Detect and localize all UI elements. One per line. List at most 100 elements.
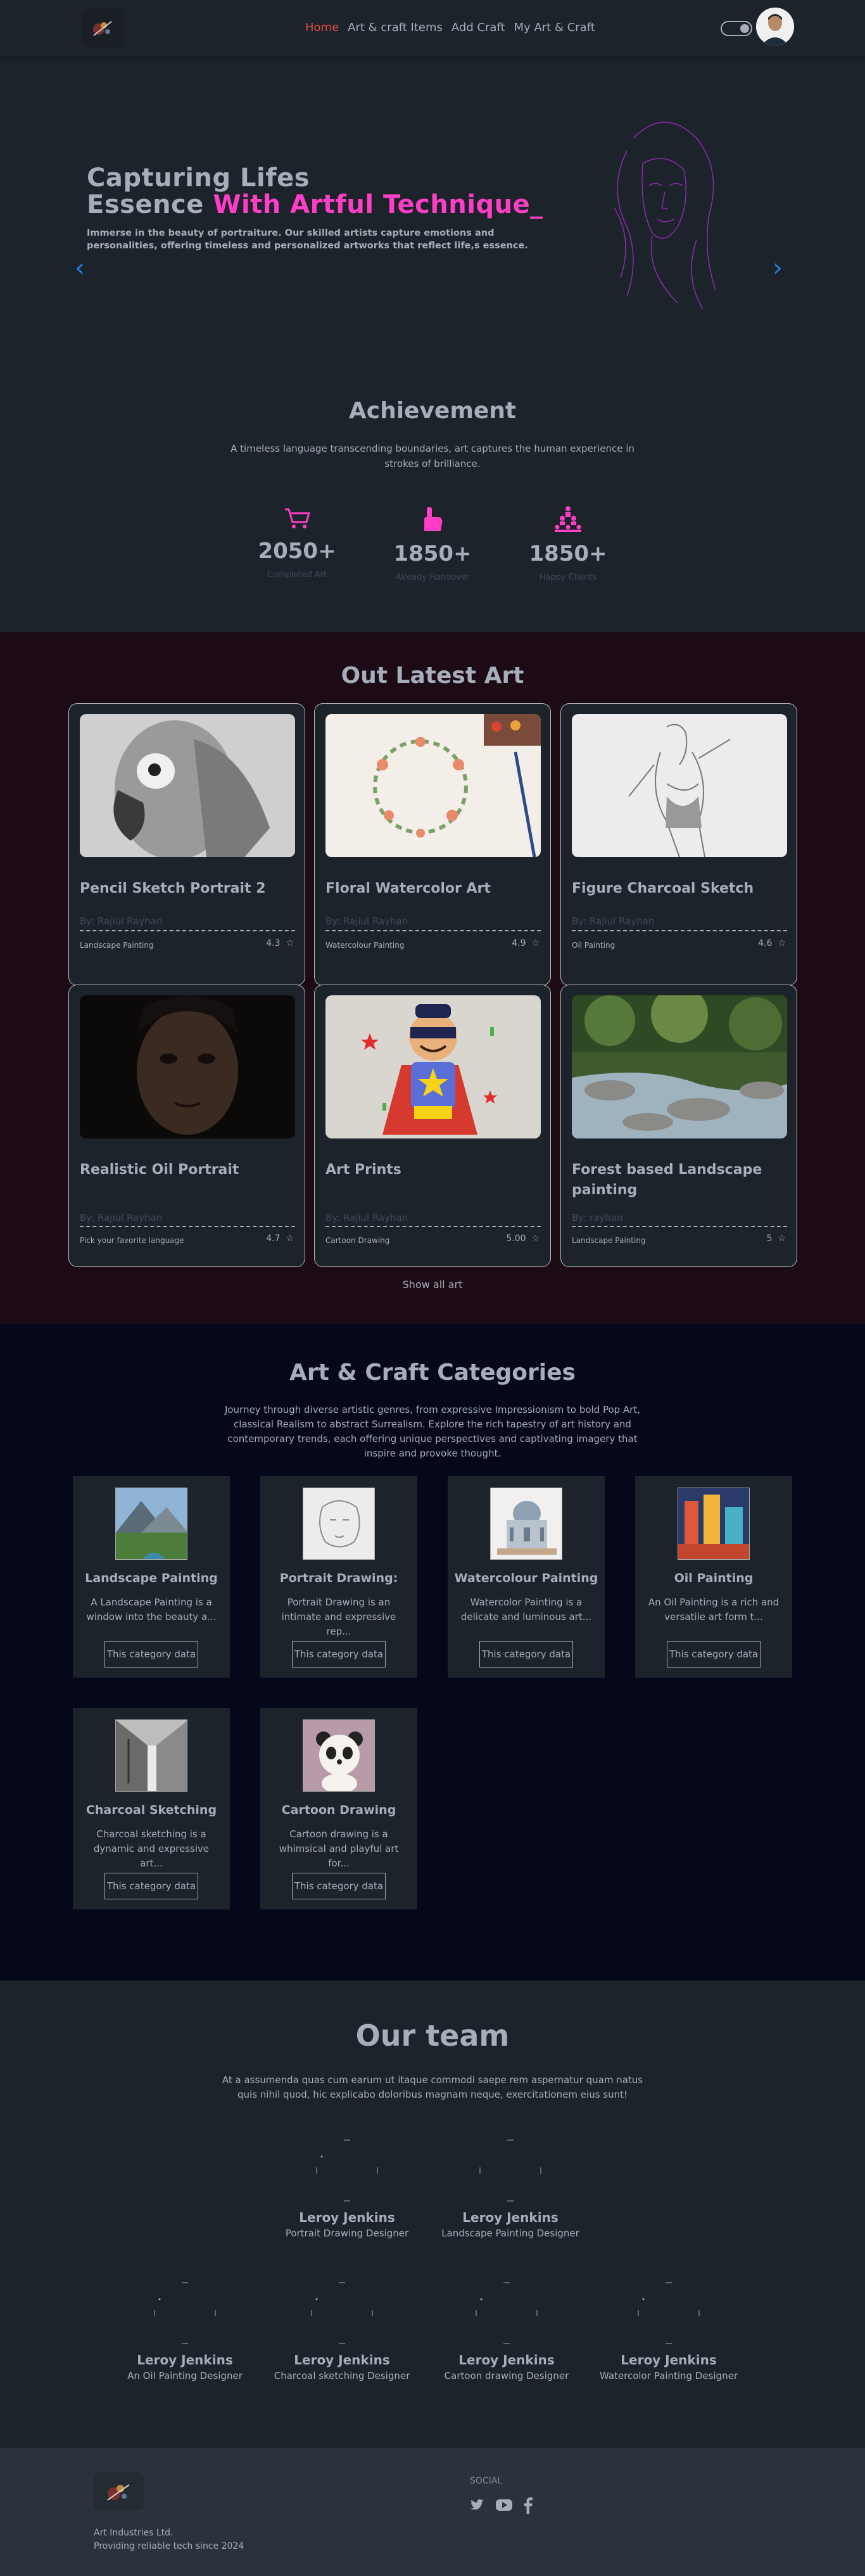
art-title: Art Prints — [325, 1162, 401, 1178]
member-role: Portrait Drawing Designer — [285, 2228, 409, 2239]
category-thumb-landscape — [115, 1488, 187, 1560]
divider — [80, 1226, 295, 1227]
art-card[interactable]: Realistic Oil Portrait By: Rajiul Rayhan… — [68, 985, 305, 1267]
user-avatar[interactable] — [756, 8, 794, 46]
star-icon: ☆ — [286, 938, 294, 948]
team-section: Our team At a assumenda quas cum earum u… — [0, 1980, 865, 2448]
member-photo-placeholder — [479, 2139, 542, 2202]
category-thumb-portrait — [303, 1488, 375, 1560]
star-icon: ☆ — [531, 938, 540, 948]
site-logo[interactable] — [82, 9, 124, 47]
nav-my-art-craft[interactable]: My Art & Craft — [514, 21, 595, 34]
category-data-button[interactable]: This category data — [667, 1641, 761, 1667]
hero-description: Immerse in the beauty of portraiture. Ou… — [87, 228, 528, 251]
nav-add-craft[interactable]: Add Craft — [451, 21, 505, 34]
latest-art-section: Out Latest Art Pencil Sketch Portrait 2 … — [0, 632, 865, 1324]
category-card: Charcoal Sketching Charcoal sketching is… — [73, 1708, 230, 1910]
latest-art-title: Out Latest Art — [341, 663, 524, 689]
team-member: Leroy Jenkins An Oil Painting Designer — [109, 2281, 261, 2382]
carousel-prev-arrow[interactable]: ‹ — [75, 253, 85, 283]
art-card[interactable]: Art Prints By: Rajiul Rayhan Cartoon Dra… — [314, 985, 551, 1267]
nav-home[interactable]: Home — [305, 21, 339, 34]
member-role: Charcoal sketching Designer — [274, 2370, 410, 2382]
divider — [325, 1226, 541, 1227]
art-card[interactable]: Figure Charcoal Sketch By: Rajiul Rayhan… — [560, 703, 797, 986]
category-thumb-oil — [678, 1488, 750, 1560]
facebook-icon[interactable] — [523, 2497, 533, 2514]
member-role: Cartoon drawing Designer — [444, 2370, 569, 2382]
line-art-face-illustration — [614, 122, 716, 310]
art-author: By: Rajiul Rayhan — [325, 1212, 408, 1223]
category-data-button[interactable]: This category data — [104, 1641, 198, 1667]
member-photo-placeholder — [475, 2281, 538, 2345]
nav-art-craft-items[interactable]: Art & craft Items — [348, 21, 443, 34]
divider — [80, 930, 295, 931]
achievement-section: Achievement A timeless language transcen… — [0, 373, 865, 632]
art-image-cartoon-hero — [325, 995, 541, 1138]
art-category: Watercolour Painting — [325, 941, 405, 950]
category-thumb-watercolour — [490, 1488, 562, 1560]
stat-completed-art: 2050+ Completed Art — [246, 506, 348, 580]
member-role: An Oil Painting Designer — [127, 2370, 243, 2382]
show-all-art-link[interactable]: Show all art — [0, 1278, 865, 1291]
art-image-parrot-sketch — [80, 714, 295, 857]
category-title: Watercolour Painting — [454, 1571, 598, 1585]
youtube-icon[interactable] — [495, 2497, 513, 2513]
art-rating: 4.9 ☆ — [512, 938, 540, 948]
member-name: Leroy Jenkins — [458, 2352, 555, 2368]
theme-toggle[interactable] — [721, 21, 752, 36]
category-data-button[interactable]: This category data — [104, 1873, 198, 1899]
twitter-icon[interactable] — [469, 2497, 485, 2513]
category-card: Oil Painting An Oil Painting is a rich a… — [635, 1476, 792, 1678]
team-member: Leroy Jenkins Landscape Painting Designe… — [434, 2139, 586, 2239]
footer-tagline: Providing reliable tech since 2024 — [94, 2541, 244, 2551]
category-title: Oil Painting — [674, 1571, 754, 1585]
member-role: Watercolor Painting Designer — [600, 2370, 738, 2382]
category-data-button[interactable]: This category data — [292, 1873, 386, 1899]
art-category: Landscape Painting — [80, 941, 154, 950]
member-photo-placeholder — [310, 2281, 374, 2345]
art-rating: 4.3 ☆ — [266, 938, 294, 948]
category-description: Charcoal sketching is a dynamic and expr… — [93, 1828, 210, 1869]
category-title: Landscape Painting — [85, 1571, 218, 1585]
category-card: Landscape Painting A Landscape Painting … — [73, 1476, 230, 1678]
category-description: A Landscape Painting is a window into th… — [86, 1597, 217, 1623]
art-image-oil-portrait — [80, 995, 295, 1138]
art-image-floral-wreath — [325, 714, 541, 857]
art-author: By: Rajiul Rayhan — [80, 915, 163, 927]
art-rating: 4.7 ☆ — [266, 1234, 294, 1244]
art-author: By: Rajiul Rayhan — [325, 915, 408, 927]
category-data-button[interactable]: This category data — [292, 1641, 386, 1667]
team-member: Leroy Jenkins Cartoon drawing Designer — [431, 2281, 583, 2382]
categories-title: Art & Craft Categories — [289, 1360, 576, 1386]
team-title: Our team — [355, 2018, 510, 2053]
hero-carousel: ‹ › Capturing Lifes Essence With Artful … — [0, 56, 865, 410]
art-rating: 5.00 ☆ — [506, 1234, 540, 1244]
art-card[interactable]: Pencil Sketch Portrait 2 By: Rajiul Rayh… — [68, 703, 305, 986]
category-card: Cartoon Drawing Cartoon drawing is a whi… — [260, 1708, 417, 1910]
art-image-figure-charcoal — [572, 714, 787, 857]
art-rating: 4.6 ☆ — [758, 938, 786, 948]
art-author: By: Rajiul Rayhan — [572, 915, 655, 927]
category-data-button[interactable]: This category data — [479, 1641, 573, 1667]
social-heading: SOCIAL — [470, 2476, 503, 2486]
art-author: By: Rajiul Rayhan — [80, 1212, 163, 1223]
member-photo-placeholder — [315, 2139, 379, 2202]
art-card[interactable]: Floral Watercolor Art By: Rajiul Rayhan … — [314, 703, 551, 986]
divider — [325, 930, 541, 931]
category-title: Charcoal Sketching — [85, 1803, 217, 1817]
art-card[interactable]: Forest based Landscape painting By: rayh… — [560, 985, 797, 1267]
star-icon: ☆ — [531, 1234, 540, 1244]
art-title: Figure Charcoal Sketch — [572, 881, 754, 896]
art-category: Pick your favorite language — [80, 1236, 184, 1245]
art-category: Landscape Painting — [572, 1236, 646, 1245]
category-description: Cartoon drawing is a whimsical and playf… — [279, 1828, 399, 1869]
divider — [572, 930, 787, 931]
carousel-next-arrow[interactable]: › — [773, 253, 783, 283]
footer-logo[interactable] — [94, 2472, 144, 2510]
team-member: Leroy Jenkins Watercolor Painting Design… — [593, 2281, 745, 2382]
art-rating: 5 ☆ — [766, 1234, 786, 1244]
art-title: Pencil Sketch Portrait 2 — [80, 881, 266, 896]
member-name: Leroy Jenkins — [621, 2352, 717, 2368]
hero-title: Capturing Lifes Essence With Artful Tech… — [87, 163, 543, 219]
